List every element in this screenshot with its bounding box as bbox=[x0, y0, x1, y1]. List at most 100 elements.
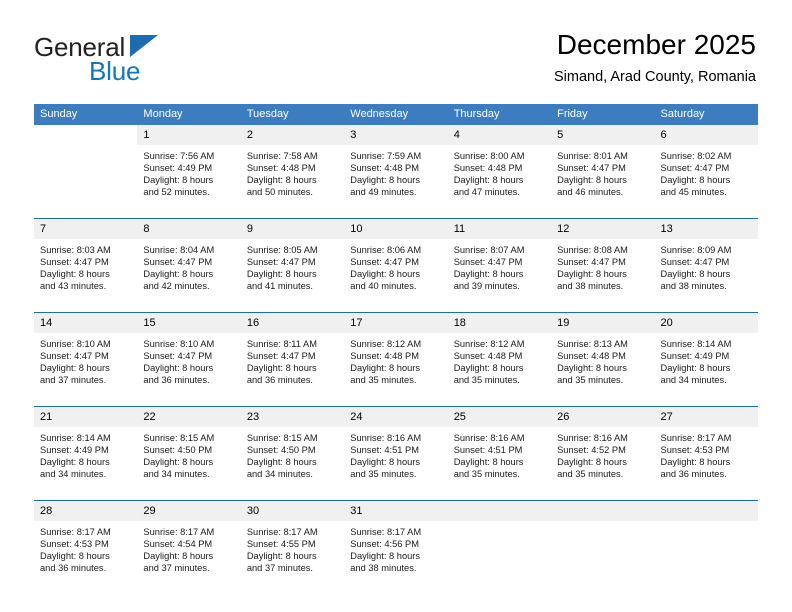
sunset-text: Sunset: 4:47 PM bbox=[557, 257, 626, 268]
sunset-text: Sunset: 4:50 PM bbox=[143, 445, 213, 456]
daylight-text-line2: and 46 minutes. bbox=[557, 187, 624, 198]
week-2-details: Sunrise: 8:03 AM Sunset: 4:47 PM Dayligh… bbox=[34, 239, 758, 312]
daylight-text-line2: and 38 minutes. bbox=[557, 281, 624, 292]
sunrise-text: Sunrise: 8:08 AM bbox=[557, 245, 628, 255]
day-number-8[interactable]: 8 bbox=[137, 219, 241, 239]
day-number-13[interactable]: 13 bbox=[654, 219, 758, 239]
daylight-text-line2: and 52 minutes. bbox=[143, 187, 210, 198]
day-number-26[interactable]: 26 bbox=[551, 407, 655, 427]
daylight-text-line1: Daylight: 8 hours bbox=[143, 457, 214, 468]
day-number-12[interactable]: 12 bbox=[551, 219, 655, 239]
daylight-text-line1: Daylight: 8 hours bbox=[246, 457, 317, 468]
day-number-3[interactable]: 3 bbox=[344, 125, 448, 145]
triangle-flag-icon bbox=[130, 35, 158, 57]
logo-text-blue: Blue bbox=[89, 56, 141, 86]
day-number-19[interactable]: 19 bbox=[551, 313, 655, 333]
day-number-1[interactable]: 1 bbox=[137, 125, 241, 145]
sunset-text: Sunset: 4:48 PM bbox=[350, 163, 419, 174]
day-detail-empty bbox=[551, 521, 655, 594]
day-number-25[interactable]: 25 bbox=[447, 407, 552, 427]
day-detail-25: Sunrise: 8:16 AM Sunset: 4:51 PM Dayligh… bbox=[447, 427, 552, 500]
day-number-27[interactable]: 27 bbox=[654, 407, 758, 427]
daylight-text-line1: Daylight: 8 hours bbox=[557, 175, 627, 186]
day-number-24[interactable]: 24 bbox=[344, 407, 448, 427]
daylight-text-line2: and 35 minutes. bbox=[350, 375, 417, 386]
daylight-text-line2: and 36 minutes. bbox=[40, 563, 107, 574]
weekday-header-saturday: Saturday bbox=[654, 104, 758, 125]
daylight-text-line2: and 37 minutes. bbox=[246, 563, 313, 574]
day-detail-24: Sunrise: 8:16 AM Sunset: 4:51 PM Dayligh… bbox=[344, 427, 448, 500]
sunset-text: Sunset: 4:47 PM bbox=[246, 351, 316, 362]
day-number-15[interactable]: 15 bbox=[137, 313, 241, 333]
day-number-16[interactable]: 16 bbox=[240, 313, 345, 333]
sunrise-text: Sunrise: 8:00 AM bbox=[453, 151, 525, 161]
sunrise-text: Sunrise: 8:16 AM bbox=[453, 433, 525, 443]
day-detail-15: Sunrise: 8:10 AM Sunset: 4:47 PM Dayligh… bbox=[137, 333, 241, 406]
daylight-text-line2: and 40 minutes. bbox=[350, 281, 417, 292]
week-5-details: Sunrise: 8:17 AM Sunset: 4:53 PM Dayligh… bbox=[34, 521, 758, 594]
day-detail-30: Sunrise: 8:17 AM Sunset: 4:55 PM Dayligh… bbox=[240, 521, 345, 594]
daylight-text-line2: and 37 minutes. bbox=[40, 375, 107, 386]
day-number-20[interactable]: 20 bbox=[654, 313, 758, 333]
weekday-header-thursday: Thursday bbox=[447, 104, 552, 125]
general-blue-logo: General Blue bbox=[34, 32, 254, 88]
daylight-text-line2: and 39 minutes. bbox=[453, 281, 520, 292]
sunset-text: Sunset: 4:47 PM bbox=[660, 163, 730, 174]
day-cell-empty bbox=[654, 501, 758, 521]
day-number-11[interactable]: 11 bbox=[447, 219, 552, 239]
daylight-text-line1: Daylight: 8 hours bbox=[660, 457, 731, 468]
daylight-text-line2: and 35 minutes. bbox=[453, 469, 520, 480]
daylight-text-line1: Daylight: 8 hours bbox=[143, 269, 214, 280]
sunrise-text: Sunrise: 8:09 AM bbox=[660, 245, 732, 255]
day-detail-26: Sunrise: 8:16 AM Sunset: 4:52 PM Dayligh… bbox=[551, 427, 655, 500]
title-block: December 2025 Simand, Arad County, Roman… bbox=[554, 28, 756, 87]
sunrise-text: Sunrise: 8:12 AM bbox=[453, 339, 525, 349]
day-number-14[interactable]: 14 bbox=[34, 313, 138, 333]
calendar-table: Sunday Monday Tuesday Wednesday Thursday… bbox=[34, 104, 758, 594]
day-number-4[interactable]: 4 bbox=[447, 125, 552, 145]
day-number-30[interactable]: 30 bbox=[240, 501, 345, 521]
sunset-text: Sunset: 4:48 PM bbox=[557, 351, 626, 362]
daylight-text-line1: Daylight: 8 hours bbox=[660, 363, 731, 374]
daylight-text-line1: Daylight: 8 hours bbox=[40, 269, 110, 280]
day-detail-4: Sunrise: 8:00 AM Sunset: 4:48 PM Dayligh… bbox=[447, 145, 552, 218]
week-3-daynumbers: 14 15 16 17 18 19 20 bbox=[34, 313, 758, 333]
day-number-17[interactable]: 17 bbox=[344, 313, 448, 333]
day-number-29[interactable]: 29 bbox=[137, 501, 241, 521]
day-detail-18: Sunrise: 8:12 AM Sunset: 4:48 PM Dayligh… bbox=[447, 333, 552, 406]
day-detail-28: Sunrise: 8:17 AM Sunset: 4:53 PM Dayligh… bbox=[34, 521, 138, 594]
day-number-9[interactable]: 9 bbox=[240, 219, 345, 239]
daylight-text-line2: and 35 minutes. bbox=[453, 375, 520, 386]
day-number-6[interactable]: 6 bbox=[654, 125, 758, 145]
sunrise-text: Sunrise: 8:15 AM bbox=[246, 433, 318, 443]
daylight-text-line1: Daylight: 8 hours bbox=[660, 269, 731, 280]
day-number-22[interactable]: 22 bbox=[137, 407, 241, 427]
day-detail-3: Sunrise: 7:59 AM Sunset: 4:48 PM Dayligh… bbox=[344, 145, 448, 218]
sunset-text: Sunset: 4:47 PM bbox=[453, 257, 523, 268]
daylight-text-line1: Daylight: 8 hours bbox=[660, 175, 731, 186]
day-detail-6: Sunrise: 8:02 AM Sunset: 4:47 PM Dayligh… bbox=[654, 145, 758, 218]
sunset-text: Sunset: 4:47 PM bbox=[143, 351, 213, 362]
day-number-23[interactable]: 23 bbox=[240, 407, 345, 427]
sunrise-text: Sunrise: 8:12 AM bbox=[350, 339, 422, 349]
day-number-31[interactable]: 31 bbox=[344, 501, 448, 521]
daylight-text-line2: and 38 minutes. bbox=[350, 563, 417, 574]
day-number-28[interactable]: 28 bbox=[34, 501, 138, 521]
day-number-7[interactable]: 7 bbox=[34, 219, 138, 239]
day-detail-1: Sunrise: 7:56 AM Sunset: 4:49 PM Dayligh… bbox=[137, 145, 241, 218]
day-number-18[interactable]: 18 bbox=[447, 313, 552, 333]
day-detail-19: Sunrise: 8:13 AM Sunset: 4:48 PM Dayligh… bbox=[551, 333, 655, 406]
sunrise-text: Sunrise: 8:14 AM bbox=[40, 433, 111, 443]
day-detail-11: Sunrise: 8:07 AM Sunset: 4:47 PM Dayligh… bbox=[447, 239, 552, 312]
day-number-21[interactable]: 21 bbox=[34, 407, 138, 427]
daylight-text-line2: and 37 minutes. bbox=[143, 563, 210, 574]
day-detail-12: Sunrise: 8:08 AM Sunset: 4:47 PM Dayligh… bbox=[551, 239, 655, 312]
day-number-2[interactable]: 2 bbox=[240, 125, 345, 145]
sunset-text: Sunset: 4:53 PM bbox=[660, 445, 730, 456]
daylight-text-line2: and 34 minutes. bbox=[143, 469, 210, 480]
day-number-5[interactable]: 5 bbox=[551, 125, 655, 145]
day-cell-empty bbox=[551, 501, 655, 521]
sunset-text: Sunset: 4:49 PM bbox=[660, 351, 730, 362]
week-1-daynumbers: 1 2 3 4 5 6 bbox=[34, 125, 758, 145]
day-number-10[interactable]: 10 bbox=[344, 219, 448, 239]
